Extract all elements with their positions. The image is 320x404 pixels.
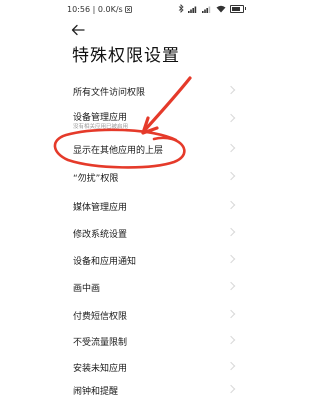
setting-display-over-other-apps[interactable]: 显示在其他应用的上层 [60,137,240,163]
setting-label: 付费短信权限 [73,312,128,322]
setting-label: 不受流量限制 [73,338,128,348]
setting-device-admin-apps[interactable]: 设备管理应用 没有相关应用已被启用 [60,101,240,135]
chevron-right-icon [226,361,236,371]
chevron-right-icon [226,113,236,123]
setting-all-files-access[interactable]: 所有文件访问权限 [60,77,240,103]
setting-picture-in-picture[interactable]: 画中画 [60,273,240,299]
setting-alarms-reminders[interactable]: 闹钟和提醒 [60,378,240,404]
chevron-right-icon [226,85,236,95]
setting-label: 安装未知应用 [73,364,128,374]
setting-label: 设备和应用通知 [73,257,137,267]
setting-label: 媒体管理应用 [73,203,128,213]
chevron-right-icon [226,335,236,345]
setting-premium-sms-access[interactable]: 付费短信权限 [60,301,240,327]
setting-label: 显示在其他应用的上层 [73,146,164,156]
setting-label: 画中画 [73,284,101,294]
setting-label: 所有文件访问权限 [73,88,146,98]
setting-install-unknown-apps[interactable]: 安装未知应用 [60,353,240,379]
chevron-right-icon [226,254,236,264]
chevron-right-icon [226,171,236,181]
setting-unrestricted-data[interactable]: 不受流量限制 [60,327,240,353]
setting-do-not-disturb-access[interactable]: “勿扰”权限 [60,163,240,189]
setting-label: 修改系统设置 [73,230,128,240]
setting-subtitle: 没有相关应用已被启用 [73,124,129,130]
setting-label: 闹钟和提醒 [73,387,119,397]
settings-list: 所有文件访问权限 设备管理应用 没有相关应用已被启用 显示在其他应用的上层 “勿… [0,0,300,397]
chevron-right-icon [226,227,236,237]
chevron-right-icon [226,143,236,153]
chevron-right-icon [226,384,236,394]
chevron-right-icon [226,200,236,210]
setting-media-management-apps[interactable]: 媒体管理应用 [60,192,240,218]
setting-label: “勿扰”权限 [73,174,119,184]
setting-device-app-notifications[interactable]: 设备和应用通知 [60,246,240,272]
chevron-right-icon [226,309,236,319]
setting-modify-system-settings[interactable]: 修改系统设置 [60,220,240,246]
chevron-right-icon [226,281,236,291]
